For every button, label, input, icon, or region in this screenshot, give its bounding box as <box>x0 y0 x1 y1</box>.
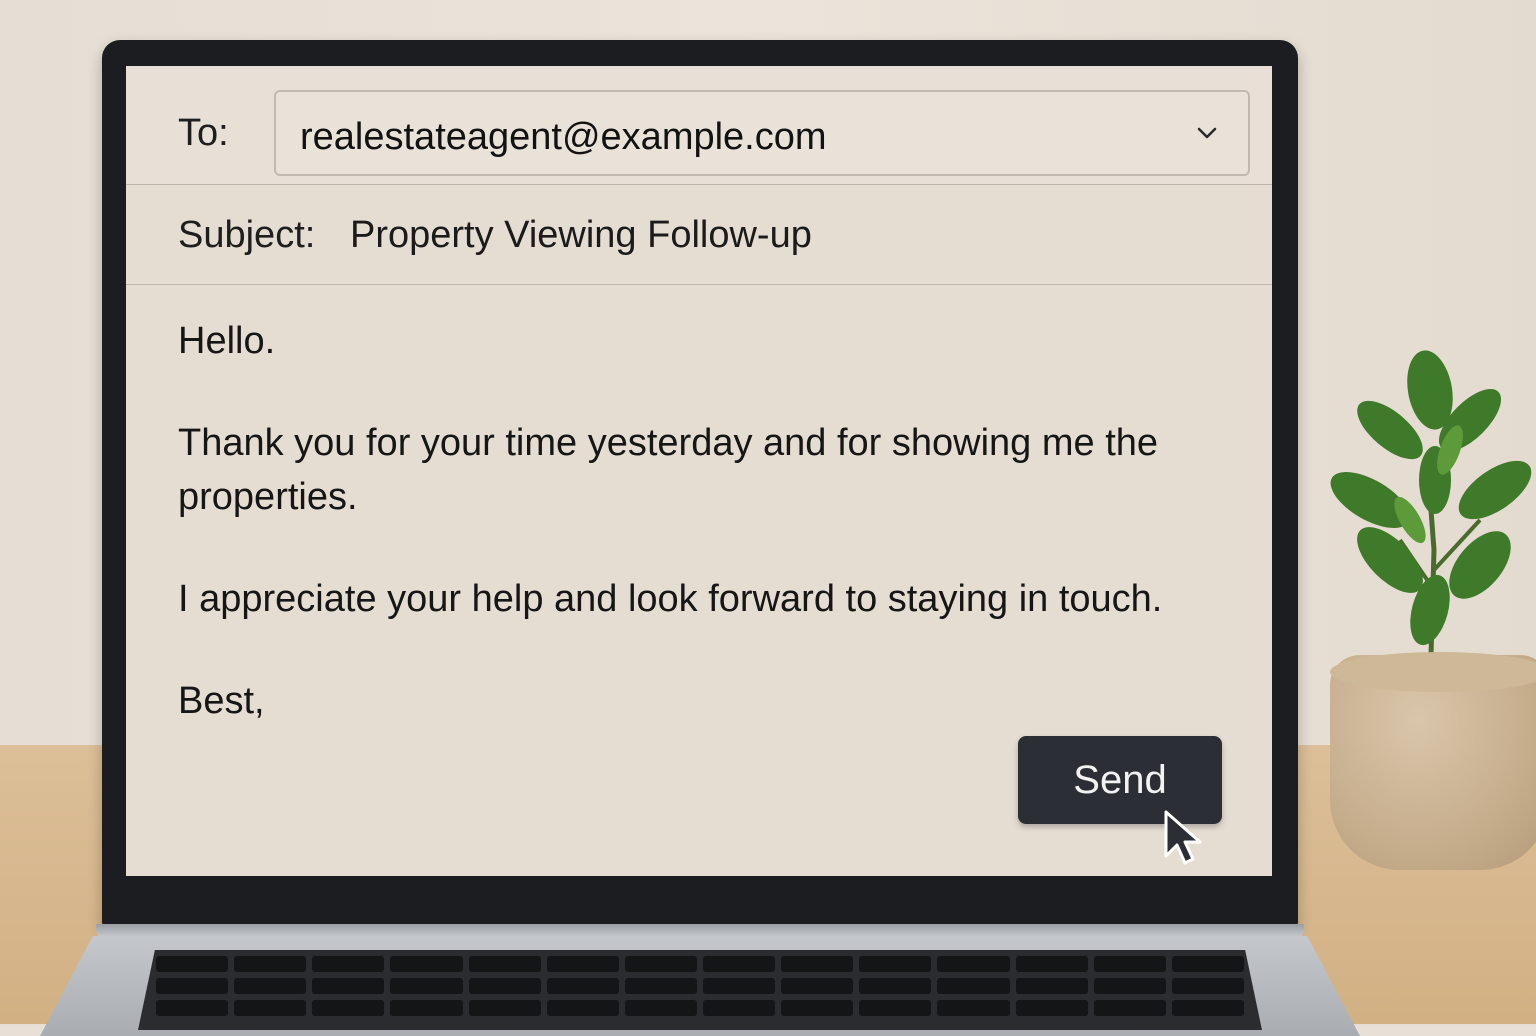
key <box>1171 1000 1244 1016</box>
key <box>1171 956 1244 972</box>
body-signoff: Best, <box>178 680 265 722</box>
chevron-down-icon[interactable] <box>1192 118 1222 148</box>
key <box>312 978 385 994</box>
keyboard-row <box>156 956 1244 972</box>
body-greeting: Hello. <box>178 320 276 362</box>
key <box>702 978 776 994</box>
key <box>390 956 463 972</box>
key <box>624 978 697 994</box>
key <box>859 1000 932 1016</box>
keyboard-row <box>156 978 1244 994</box>
keyboard-row <box>156 1000 1244 1016</box>
key <box>1093 956 1166 972</box>
key <box>468 978 541 994</box>
key <box>234 1000 307 1016</box>
key <box>156 1000 229 1016</box>
key <box>702 956 776 972</box>
key <box>937 1000 1010 1016</box>
key <box>624 1000 697 1016</box>
key <box>1093 978 1166 994</box>
plant-pot-rim <box>1330 652 1536 692</box>
key <box>468 1000 541 1016</box>
key <box>546 956 619 972</box>
mouse-pointer-icon <box>1164 810 1202 865</box>
laptop-screen: To: realestateagent@example.com Subject:… <box>126 66 1272 876</box>
key <box>702 1000 776 1016</box>
key <box>312 956 385 972</box>
to-label: To: <box>178 112 229 154</box>
keyboard <box>138 950 1262 1030</box>
key <box>546 1000 619 1016</box>
body-paragraph: Thank you for your time yesterday and fo… <box>178 422 1159 518</box>
key <box>390 1000 463 1016</box>
key <box>624 956 697 972</box>
body-paragraph: I appreciate your help and look forward … <box>178 578 1163 620</box>
key <box>781 1000 854 1016</box>
key <box>546 978 619 994</box>
message-body[interactable]: Hello. Thank you for your time yesterday… <box>178 314 1218 776</box>
key <box>937 978 1010 994</box>
to-field-value[interactable]: realestateagent@example.com <box>300 116 827 159</box>
key <box>156 956 229 972</box>
key <box>390 978 463 994</box>
key <box>1171 978 1244 994</box>
key <box>468 956 541 972</box>
key <box>859 978 932 994</box>
key <box>1015 978 1088 994</box>
laptop-hinge <box>96 924 1304 938</box>
key <box>781 978 854 994</box>
key <box>1015 956 1088 972</box>
key <box>312 1000 385 1016</box>
subject-label: Subject: <box>178 214 316 256</box>
subject-field[interactable]: Property Viewing Follow-up <box>350 214 812 257</box>
plant-illustration <box>1330 350 1532 690</box>
key <box>1015 1000 1088 1016</box>
key <box>234 956 307 972</box>
key <box>156 978 229 994</box>
key <box>781 956 854 972</box>
key <box>937 956 1010 972</box>
to-field[interactable]: realestateagent@example.com <box>274 90 1250 176</box>
key <box>1093 1000 1166 1016</box>
key <box>859 956 932 972</box>
key <box>234 978 307 994</box>
